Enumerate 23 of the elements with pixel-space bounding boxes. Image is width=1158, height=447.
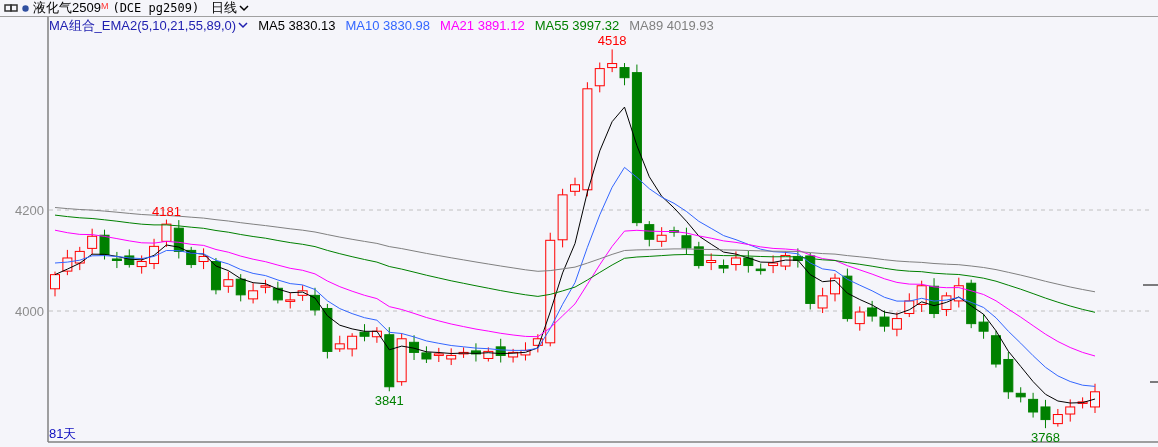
caret-icon bbox=[239, 4, 250, 12]
dot-icon bbox=[22, 4, 29, 12]
tick-mark bbox=[1142, 284, 1158, 286]
contract-code: (DCE pg2509) bbox=[112, 1, 200, 15]
tick-mark bbox=[1149, 381, 1158, 383]
contract-name: 液化气2509 bbox=[33, 0, 101, 17]
axis-label: 4200 bbox=[15, 203, 44, 218]
indicator-dropdown[interactable]: MA组合_EMA2(5,10,21,55,89,0) bbox=[49, 16, 249, 35]
link-icon[interactable] bbox=[4, 4, 18, 12]
price-label: 3841 bbox=[374, 393, 404, 409]
main-contract-mark: M bbox=[100, 1, 109, 11]
axis-label: 4000 bbox=[15, 304, 44, 319]
ma-reading: MA10 3830.98 bbox=[345, 18, 431, 33]
price-label: 4181 bbox=[151, 203, 181, 219]
day-count: 81天 bbox=[49, 426, 77, 441]
ma-reading: MA5 3830.13 bbox=[258, 18, 336, 33]
price-label: 4518 bbox=[597, 33, 627, 49]
period-dropdown[interactable]: 日线 bbox=[211, 0, 250, 17]
ma-reading: MA21 3891.12 bbox=[440, 18, 525, 33]
ma-reading: MA55 3997.32 bbox=[534, 18, 620, 33]
price-label: 3768 bbox=[1031, 430, 1060, 446]
ma-reading: MA89 4019.93 bbox=[629, 18, 714, 33]
caret-icon bbox=[238, 22, 249, 29]
